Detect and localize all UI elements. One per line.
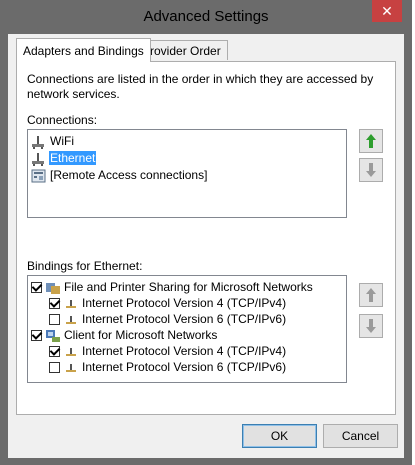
client-icon <box>46 329 60 342</box>
arrow-down-icon <box>366 319 376 333</box>
binding-item-ipv4[interactable]: Internet Protocol Version 4 (TCP/IPv4) <box>49 343 287 359</box>
protocol-icon <box>66 363 76 372</box>
tab-panel: Connections are listed in the order in w… <box>16 61 396 415</box>
move-binding-up-button[interactable] <box>359 283 383 307</box>
move-connection-up-button[interactable] <box>359 129 383 153</box>
connections-label: Connections: <box>27 113 98 127</box>
window-title: Advanced Settings <box>143 8 269 25</box>
description-text: Connections are listed in the order in w… <box>27 72 374 101</box>
arrow-down-icon <box>366 163 376 177</box>
binding-checkbox[interactable] <box>31 282 42 294</box>
binding-item-file-printer-sharing[interactable]: File and Printer Sharing for Microsoft N… <box>31 279 314 295</box>
protocol-icon <box>66 299 76 308</box>
protocol-icon <box>66 315 76 324</box>
binding-item-client-ms-networks[interactable]: Client for Microsoft Networks <box>31 327 218 343</box>
binding-checkbox[interactable] <box>31 330 42 342</box>
move-connection-down-button[interactable] <box>359 158 383 182</box>
arrow-up-icon <box>366 134 376 148</box>
tab-adapters-and-bindings[interactable]: Adapters and Bindings <box>16 38 151 62</box>
remote-access-icon <box>31 169 46 183</box>
advanced-settings-window: Advanced Settings ✕ Adapters and Binding… <box>0 0 412 465</box>
move-binding-down-button[interactable] <box>359 314 383 338</box>
arrow-up-icon <box>366 288 376 302</box>
connection-item-remote-access[interactable]: [Remote Access connections] <box>31 167 208 183</box>
title-bar[interactable]: Advanced Settings ✕ <box>0 0 412 34</box>
connections-list[interactable]: WiFi Ethernet [Remote Access connections… <box>27 129 347 218</box>
binding-item-ipv6[interactable]: Internet Protocol Version 6 (TCP/IPv6) <box>49 359 287 375</box>
close-button[interactable]: ✕ <box>372 0 402 22</box>
dialog-body: Adapters and Bindings Provider Order Con… <box>8 34 404 458</box>
binding-item-ipv6[interactable]: Internet Protocol Version 6 (TCP/IPv6) <box>49 311 287 327</box>
ok-button[interactable]: OK <box>242 424 317 448</box>
cancel-button[interactable]: Cancel <box>323 424 398 448</box>
binding-checkbox[interactable] <box>49 362 60 374</box>
service-icon <box>46 282 60 294</box>
binding-checkbox[interactable] <box>49 298 60 310</box>
connection-item-ethernet[interactable]: Ethernet <box>31 150 97 166</box>
protocol-icon <box>66 347 76 356</box>
bindings-list[interactable]: File and Printer Sharing for Microsoft N… <box>27 275 347 383</box>
binding-item-ipv4[interactable]: Internet Protocol Version 4 (TCP/IPv4) <box>49 295 287 311</box>
bindings-label: Bindings for Ethernet: <box>27 259 143 273</box>
connection-item-wifi[interactable]: WiFi <box>31 133 75 149</box>
network-adapter-icon <box>32 135 44 149</box>
binding-checkbox[interactable] <box>49 314 60 326</box>
network-adapter-icon <box>32 152 44 166</box>
binding-checkbox[interactable] <box>49 346 60 358</box>
